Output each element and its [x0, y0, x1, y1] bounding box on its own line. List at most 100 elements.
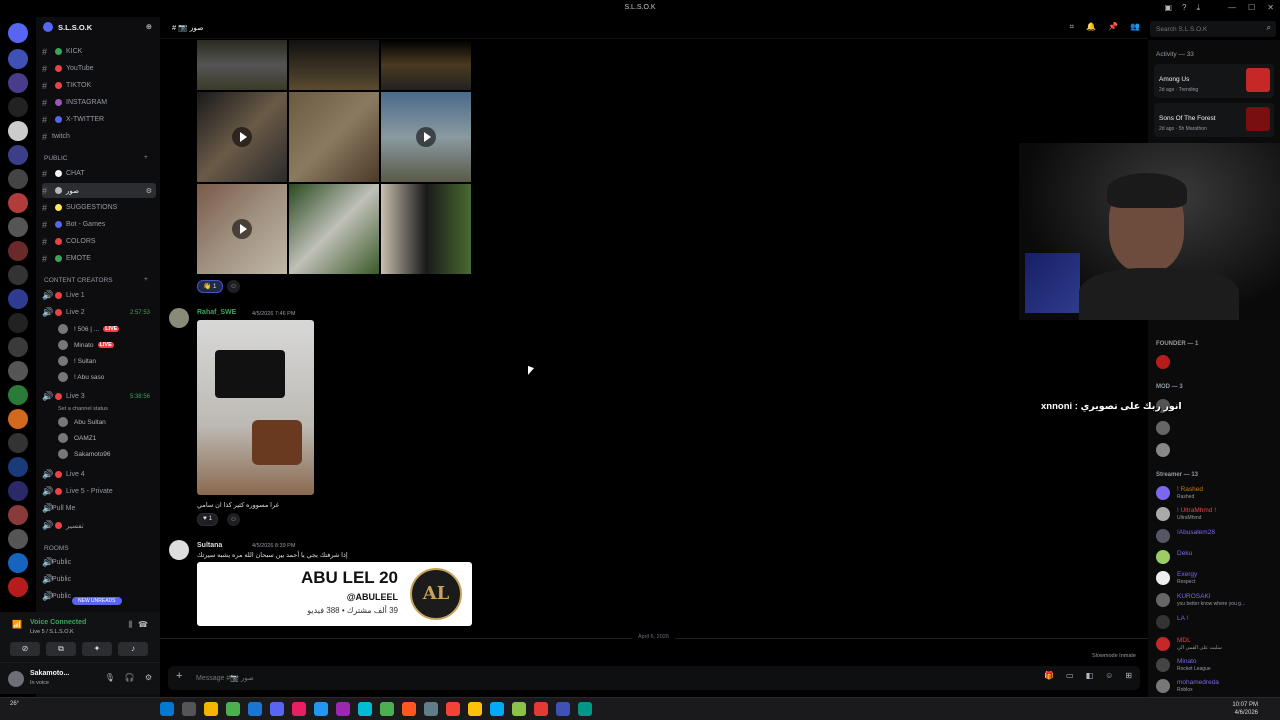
- server-icon[interactable]: [8, 409, 28, 429]
- media-tile[interactable]: [289, 92, 379, 182]
- category-content-creators[interactable]: CONTENT CREATORS +: [44, 276, 148, 284]
- server-icon[interactable]: [8, 505, 28, 525]
- sticker-icon[interactable]: ◧: [1086, 671, 1094, 680]
- threads-icon[interactable]: ⌗: [1070, 22, 1075, 32]
- app-icon[interactable]: [380, 702, 394, 716]
- category-rooms[interactable]: ROOMS: [44, 545, 69, 552]
- channel-item[interactable]: # SUGGESTIONS: [42, 200, 156, 215]
- add-channel-icon[interactable]: +: [144, 276, 148, 283]
- app-icon[interactable]: [534, 702, 548, 716]
- voice-channel[interactable]: 🔊 Live 2 2:57:53: [42, 305, 156, 320]
- screen-share-button[interactable]: ⧉: [46, 642, 76, 656]
- home-icon[interactable]: [8, 23, 28, 43]
- gift-icon[interactable]: 🎁: [1044, 671, 1054, 680]
- channel-item[interactable]: # KICK: [42, 44, 156, 59]
- media-tile[interactable]: [197, 92, 287, 182]
- member-item[interactable]: Exergy Respect: [1156, 568, 1278, 588]
- voice-user[interactable]: ! Sultan: [58, 354, 156, 368]
- server-header[interactable]: S.L.S.O.K ⊕: [36, 17, 160, 39]
- member-item[interactable]: !Abusalem28: [1156, 526, 1278, 546]
- server-icon[interactable]: [8, 217, 28, 237]
- voice-channel[interactable]: 🔊 Live 1: [42, 288, 156, 303]
- media-tile[interactable]: [381, 40, 471, 90]
- avatar[interactable]: [169, 540, 189, 560]
- add-channel-icon[interactable]: +: [144, 154, 148, 161]
- member-item[interactable]: ! UltraMhmd ! UltraMhmd: [1156, 504, 1278, 524]
- headphones-icon[interactable]: 🎧: [125, 673, 135, 682]
- channel-item[interactable]: # COLORS: [42, 234, 156, 249]
- play-icon[interactable]: [416, 127, 436, 147]
- pin-icon[interactable]: 📌: [1108, 22, 1118, 32]
- discord-icon[interactable]: [270, 702, 284, 716]
- close-button[interactable]: ✕: [1267, 3, 1274, 12]
- signal-icon[interactable]: 📶: [12, 620, 22, 629]
- message-author[interactable]: Rahaf_SWE: [197, 309, 236, 316]
- media-tile[interactable]: [381, 92, 471, 182]
- search-box[interactable]: ⌕: [1150, 21, 1276, 37]
- inbox-icon[interactable]: ▣: [1164, 3, 1172, 13]
- play-icon[interactable]: [232, 127, 252, 147]
- soundboard-button[interactable]: ♪: [118, 642, 148, 656]
- channel-item[interactable]: # CHAT: [42, 166, 156, 181]
- channel-item[interactable]: # twitch: [42, 129, 156, 144]
- voice-user[interactable]: ! 506 | ... LIVE: [58, 322, 156, 336]
- server-icon[interactable]: [8, 265, 28, 285]
- server-icon[interactable]: [8, 481, 28, 501]
- message-input[interactable]: [196, 671, 796, 685]
- microphone-icon[interactable]: 🎙: [105, 673, 115, 682]
- system-clock[interactable]: 10:07 PM 4/6/2026: [1232, 701, 1258, 717]
- server-icon[interactable]: [8, 313, 28, 333]
- server-icon[interactable]: [8, 169, 28, 189]
- member-item[interactable]: Deku: [1156, 547, 1278, 567]
- server-icon[interactable]: [8, 457, 28, 477]
- noise-suppression-icon[interactable]: ⫼: [128, 620, 132, 630]
- minimize-button[interactable]: —: [1228, 3, 1236, 12]
- server-icon[interactable]: [8, 385, 28, 405]
- download-icon[interactable]: ⤓: [1196, 3, 1200, 13]
- channel-item-selected[interactable]: # صور ⚙: [42, 183, 156, 198]
- add-reaction-icon[interactable]: ☺: [227, 513, 240, 526]
- member-item[interactable]: MDL سلبت على القمي الي: [1156, 634, 1278, 654]
- member-item[interactable]: [1156, 440, 1278, 460]
- voice-channel[interactable]: 🔊 تفسير: [42, 518, 156, 533]
- member-item[interactable]: LA !: [1156, 612, 1278, 632]
- channel-item[interactable]: # Bot - Games: [42, 217, 156, 232]
- server-icon[interactable]: [8, 241, 28, 261]
- server-icon[interactable]: [8, 145, 28, 165]
- server-icon[interactable]: [8, 553, 28, 573]
- emoji-icon[interactable]: ☺: [1105, 671, 1113, 680]
- server-icon[interactable]: [8, 529, 28, 549]
- app-icon[interactable]: [578, 702, 592, 716]
- chrome-icon[interactable]: [468, 702, 482, 716]
- channel-item[interactable]: # X-TWITTER: [42, 112, 156, 127]
- voice-channel[interactable]: 🔊 Public: [42, 572, 156, 587]
- settings-gear-icon[interactable]: ⚙: [146, 187, 152, 195]
- server-icon[interactable]: [8, 97, 28, 117]
- app-icon[interactable]: [402, 702, 416, 716]
- explorer-icon[interactable]: [204, 702, 218, 716]
- app-icon[interactable]: [248, 702, 262, 716]
- voice-connected-channel[interactable]: Live 5 / S.L.S.O.K: [30, 629, 74, 635]
- app-icon[interactable]: [556, 702, 570, 716]
- new-unreads-pill[interactable]: NEW UNREADS: [72, 597, 122, 605]
- app-icon[interactable]: [512, 702, 526, 716]
- maximize-button[interactable]: ☐: [1248, 3, 1255, 12]
- server-icon[interactable]: [8, 433, 28, 453]
- weather-widget[interactable]: 26°: [10, 701, 19, 707]
- link-embed[interactable]: ABU LEL 20 @ABULEEL 39 ألف مشترك • 388 ف…: [197, 562, 472, 626]
- voice-user[interactable]: ! Abu saso: [58, 370, 156, 384]
- app-icon[interactable]: [424, 702, 438, 716]
- gear-icon[interactable]: ⚙: [145, 673, 152, 682]
- channel-item[interactable]: # INSTAGRAM: [42, 95, 156, 110]
- bell-icon[interactable]: 🔔: [1086, 22, 1096, 32]
- server-icon[interactable]: [8, 289, 28, 309]
- voice-channel[interactable]: 🔊 Live 4: [42, 467, 156, 482]
- camera-button[interactable]: ⊘: [10, 642, 40, 656]
- apps-icon[interactable]: ⊞: [1125, 671, 1132, 680]
- media-tile[interactable]: [197, 184, 287, 274]
- activities-button[interactable]: ✦: [82, 642, 112, 656]
- help-icon[interactable]: ?: [1182, 3, 1186, 13]
- search-icon[interactable]: [182, 702, 196, 716]
- activity-card[interactable]: Sons Of The Forest 2d ago · 5h Marathon: [1154, 103, 1274, 137]
- member-item[interactable]: ! Rashed Rashed: [1156, 483, 1278, 503]
